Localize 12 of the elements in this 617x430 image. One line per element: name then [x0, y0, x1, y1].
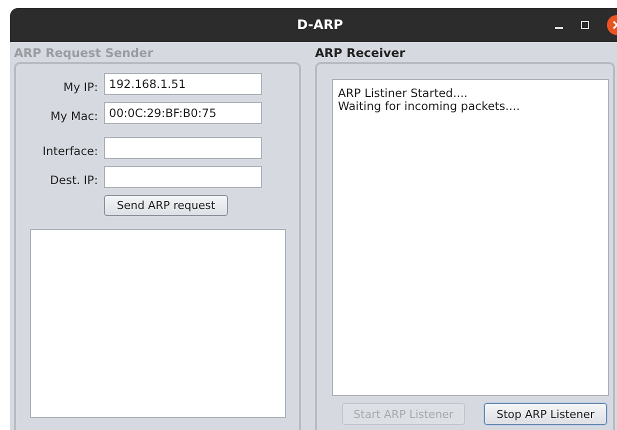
window-title: D-ARP: [296, 18, 344, 32]
maximize-icon[interactable]: [581, 21, 589, 29]
field-label: My IP:: [62, 79, 99, 95]
listener-button[interactable]: Stop ARP Listener: [484, 403, 607, 425]
field-label: My Mac:: [49, 108, 99, 124]
field-label: Dest. IP:: [49, 172, 99, 188]
log-text-area[interactable]: ARP Listiner Started.... Waiting for incoming packets....: [332, 79, 609, 396]
input-field[interactable]: [104, 137, 262, 159]
panel-title: ARP Request Sender: [14, 45, 154, 62]
input-field[interactable]: [104, 166, 262, 188]
field-label: Interface:: [42, 143, 99, 159]
panel-title: ARP Receiver: [315, 45, 406, 62]
